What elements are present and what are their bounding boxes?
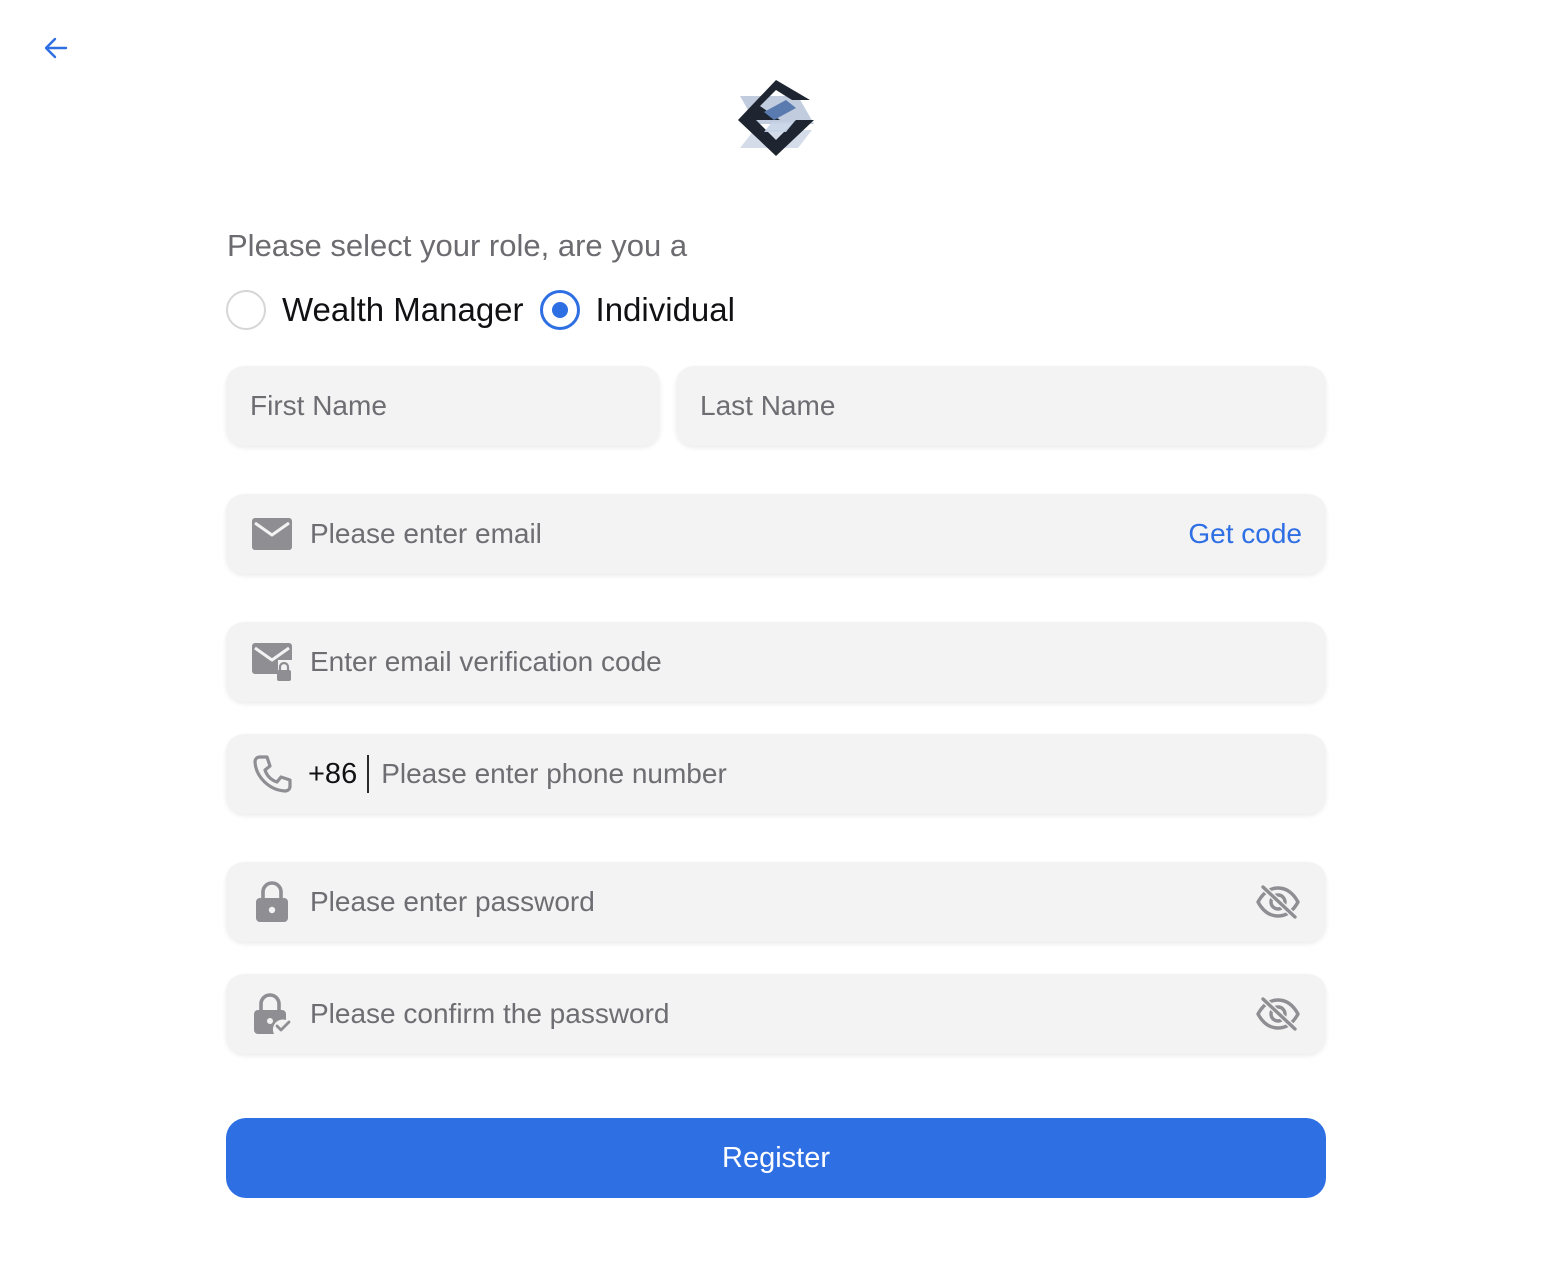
register-button[interactable]: Register [226, 1118, 1326, 1198]
phone-icon [250, 752, 294, 796]
email-placeholder: Please enter email [310, 518, 542, 549]
get-code-button[interactable]: Get code [1188, 494, 1302, 574]
first-name-field[interactable]: First Name [226, 366, 660, 446]
country-code[interactable]: +86 [308, 758, 357, 791]
mail-lock-icon [250, 640, 294, 684]
arrow-left-icon [44, 37, 68, 59]
lock-icon [250, 880, 294, 924]
lock-check-icon [250, 992, 294, 1036]
role-selector: Wealth Manager Individual [226, 289, 751, 331]
mail-icon [250, 512, 294, 556]
brand-logo [734, 76, 818, 160]
email-field[interactable]: Please enter email Get code [226, 494, 1326, 574]
radio-selected-dot [551, 302, 568, 318]
eye-off-icon[interactable] [1254, 880, 1302, 924]
radio-wealth-manager[interactable] [226, 290, 266, 330]
last-name-field[interactable]: Last Name [676, 366, 1326, 446]
first-name-placeholder: First Name [250, 390, 387, 421]
role-prompt: Please select your role, are you a [227, 228, 688, 263]
confirm-password-field[interactable]: Please confirm the password [226, 974, 1326, 1054]
phone-placeholder: Please enter phone number [381, 758, 727, 789]
radio-label-wealth-manager[interactable]: Wealth Manager [282, 289, 524, 331]
confirm-password-placeholder: Please confirm the password [310, 998, 670, 1029]
register-page: Please select your role, are you a Wealt… [0, 0, 1556, 1278]
phone-field[interactable]: +86 Please enter phone number [226, 734, 1326, 814]
password-field[interactable]: Please enter password [226, 862, 1326, 942]
email-code-placeholder: Enter email verification code [310, 646, 662, 677]
back-button[interactable] [40, 32, 72, 64]
radio-label-individual[interactable]: Individual [596, 289, 735, 331]
last-name-placeholder: Last Name [700, 390, 836, 421]
password-placeholder: Please enter password [310, 886, 595, 917]
eye-off-icon[interactable] [1254, 992, 1302, 1036]
prefix-divider [367, 755, 370, 793]
email-code-field[interactable]: Enter email verification code [226, 622, 1326, 702]
radio-individual[interactable] [539, 290, 580, 330]
